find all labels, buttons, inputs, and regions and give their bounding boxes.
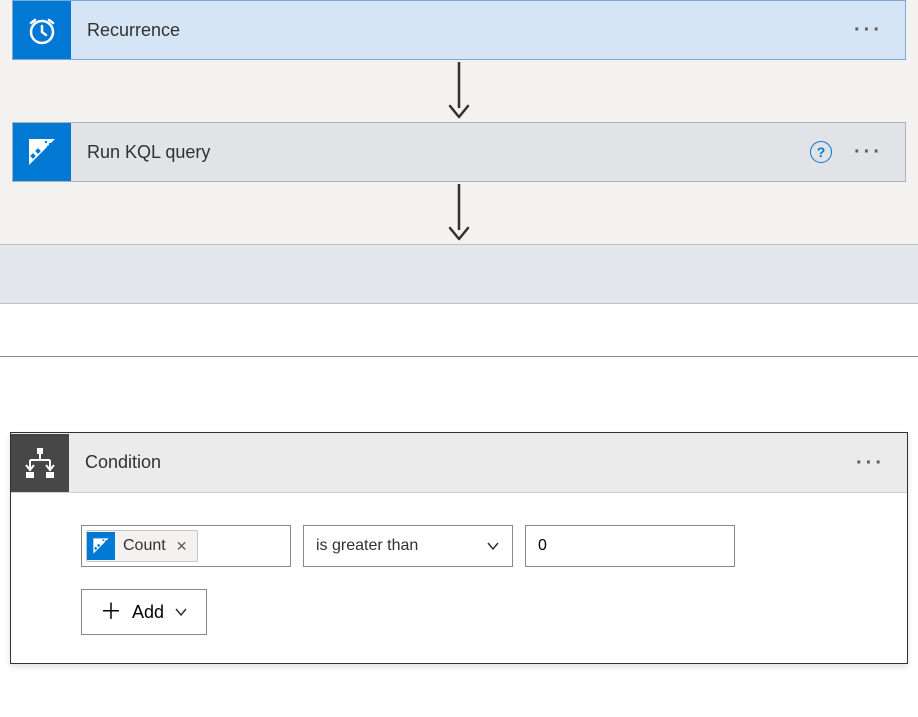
condition-rule-row: Count ✕ is greater than xyxy=(81,525,735,567)
more-actions-button[interactable]: ··· xyxy=(854,142,883,162)
chevron-down-icon xyxy=(174,605,188,619)
more-actions-button[interactable]: ··· xyxy=(856,453,885,473)
condition-icon xyxy=(11,434,69,492)
step-title: Run KQL query xyxy=(71,142,810,163)
clock-icon xyxy=(13,1,71,59)
condition-title: Condition xyxy=(69,452,856,473)
chevron-down-icon xyxy=(486,539,500,553)
step-title: Recurrence xyxy=(71,20,854,41)
help-icon[interactable]: ? xyxy=(810,141,832,163)
drop-zone-strip[interactable] xyxy=(0,244,918,304)
add-button-label: Add xyxy=(132,602,164,623)
remove-token-button[interactable]: ✕ xyxy=(174,538,190,555)
condition-header[interactable]: Condition ··· xyxy=(11,433,907,493)
flow-arrow xyxy=(0,182,918,244)
more-actions-button[interactable]: ··· xyxy=(854,20,883,40)
recurrence-step-card[interactable]: Recurrence ··· xyxy=(12,0,906,60)
azure-data-explorer-icon xyxy=(87,532,115,560)
add-condition-button[interactable]: ＋ Add xyxy=(81,589,207,635)
spacer xyxy=(0,304,918,356)
dynamic-content-token[interactable]: Count ✕ xyxy=(86,530,198,562)
operator-label: is greater than xyxy=(316,537,418,555)
run-kql-step-card[interactable]: Run KQL query ? ··· xyxy=(12,122,906,182)
condition-operator-dropdown[interactable]: is greater than xyxy=(303,525,513,567)
condition-value-input[interactable] xyxy=(525,525,735,567)
plus-icon: ＋ xyxy=(100,601,122,623)
flow-designer-canvas: Recurrence ··· xyxy=(0,0,918,304)
condition-card: Condition ··· xyxy=(10,432,908,664)
azure-data-explorer-icon xyxy=(13,123,71,181)
token-label: Count xyxy=(123,537,166,555)
flow-arrow xyxy=(0,60,918,122)
condition-operand-field[interactable]: Count ✕ xyxy=(81,525,291,567)
